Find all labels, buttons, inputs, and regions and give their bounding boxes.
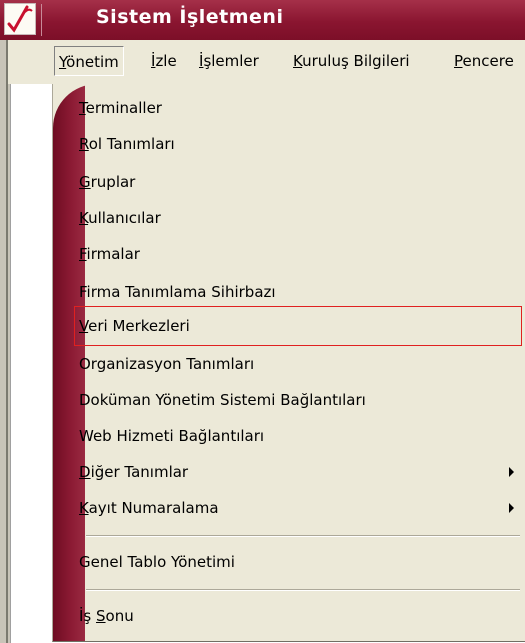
menu-pencere[interactable]: Pencere [454, 52, 514, 70]
window-frame-left [0, 84, 10, 643]
menu-bar: Yönetim İzle İşlemler Kuruluş Bilgileri … [0, 40, 525, 84]
menu-izle[interactable]: İzle [151, 52, 177, 70]
menu-islemler[interactable]: İşlemler [199, 52, 259, 70]
menu-item-rol-tanimlari[interactable]: Rol Tanımları [79, 133, 175, 155]
menubar-edge-shadow [6, 40, 8, 84]
menu-kurulus-bilgileri[interactable]: Kuruluş Bilgileri [293, 52, 410, 70]
menu-item-firma-tanimlama-sihirbazi[interactable]: Firma Tanımlama Sihirbazı [79, 281, 276, 303]
menu-item-web-hizmeti-baglantilari[interactable]: Web Hizmeti Bağlantıları [79, 425, 264, 447]
menu-yonetim[interactable]: Yönetim [54, 46, 124, 76]
title-bar: Sistem İşletmeni [0, 0, 525, 40]
app-logo-icon[interactable] [4, 3, 36, 35]
window-frame-shadow [6, 84, 8, 643]
menu-separator [86, 589, 520, 591]
menu-item-is-sonu[interactable]: İş Sonu [79, 605, 134, 627]
menu-item-terminaller[interactable]: Terminaller [79, 97, 162, 119]
window-title: Sistem İşletmeni [96, 6, 284, 28]
submenu-arrow-icon [509, 503, 514, 513]
menu-item-organizasyon-tanimlari[interactable]: Organizasyon Tanımları [79, 353, 254, 375]
menu-item-veri-merkezleri[interactable]: Veri Merkezleri [79, 315, 190, 337]
menu-item-dokuman-yonetim-sistemi[interactable]: Doküman Yönetim Sistemi Bağlantıları [79, 389, 366, 411]
menu-item-diger-tanimlar[interactable]: Diğer Tanımlar [79, 461, 188, 483]
menu-item-firmalar[interactable]: Firmalar [79, 243, 140, 265]
menu-item-genel-tablo-yonetimi[interactable]: Genel Tablo Yönetimi [79, 551, 235, 573]
title-separator [41, 4, 42, 36]
menu-item-kullanicilar[interactable]: Kullanıcılar [79, 207, 161, 229]
menu-item-kayit-numaralama[interactable]: Kayıt Numaralama [79, 497, 219, 519]
submenu-arrow-icon [509, 467, 514, 477]
menu-item-gruplar[interactable]: Gruplar [79, 171, 135, 193]
menu-separator [86, 535, 520, 537]
